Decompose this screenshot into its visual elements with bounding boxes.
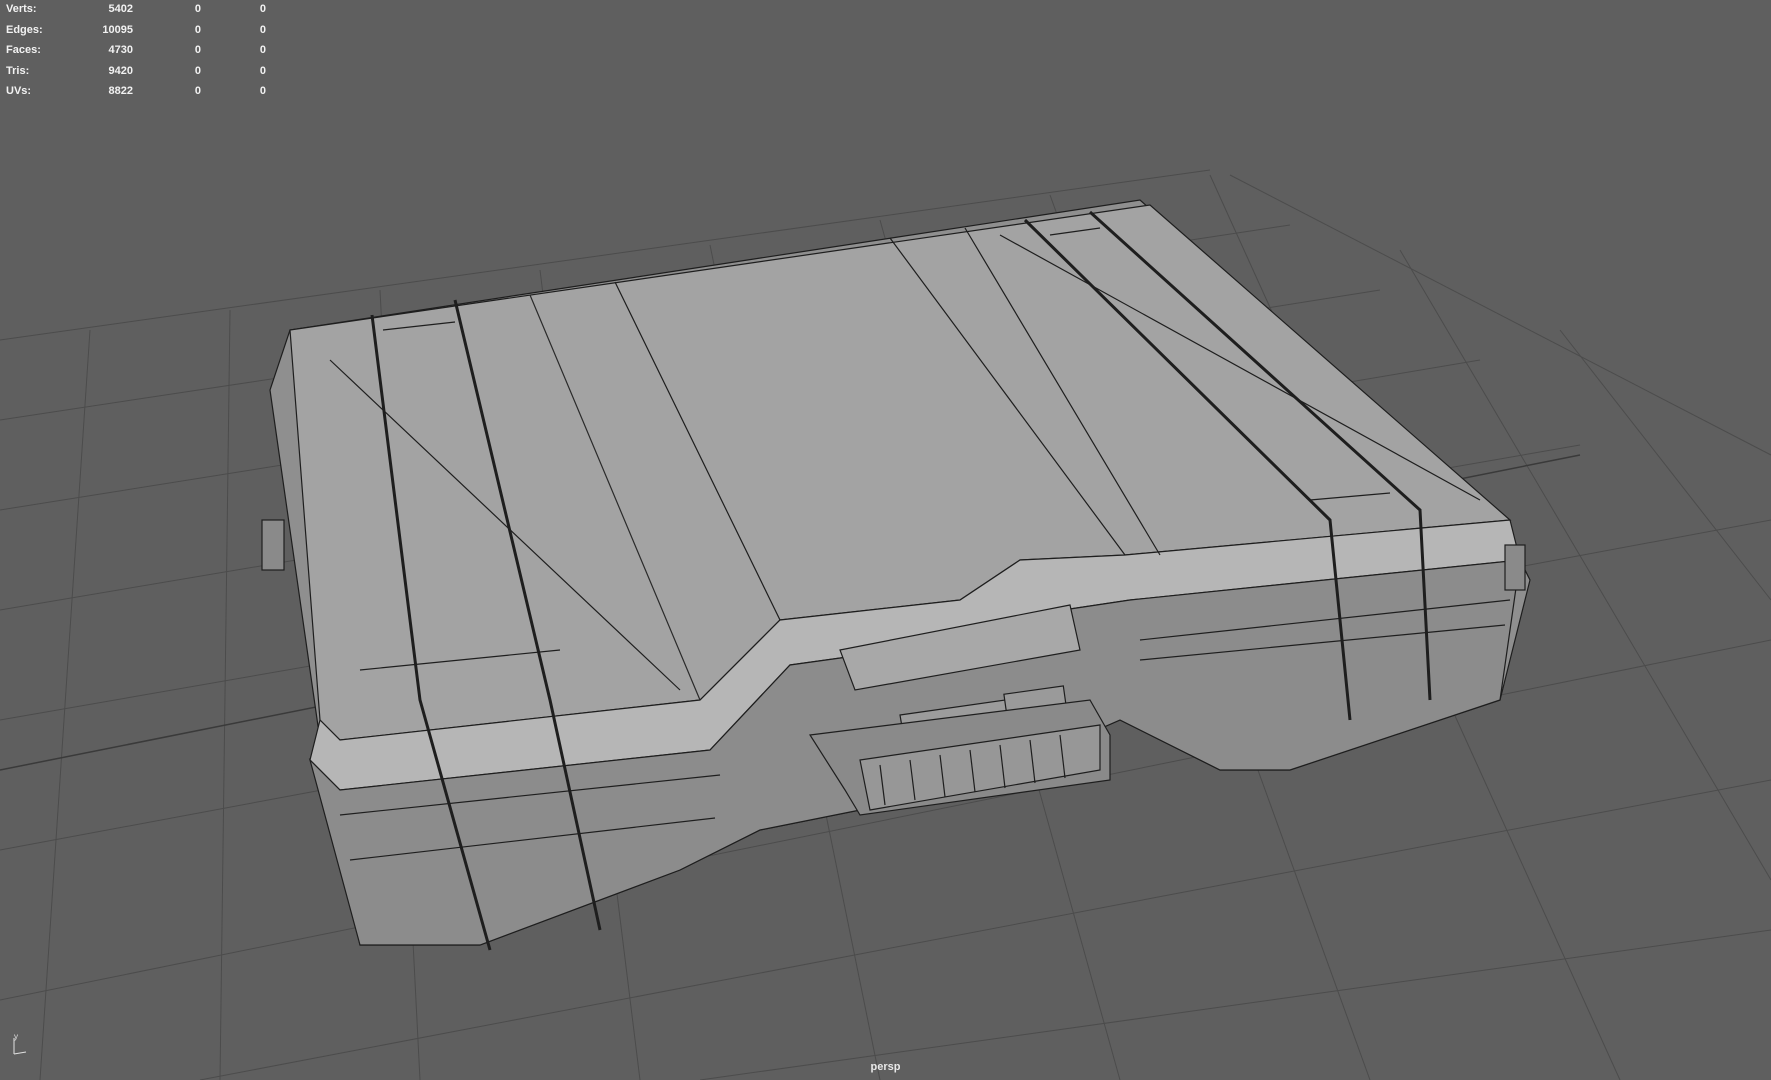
hud-value-triangle: 0 (259, 23, 266, 36)
hud-row: Edges: 10095 0 0 (6, 23, 276, 44)
hud-row: Faces: 4730 0 0 (6, 43, 276, 64)
hud-value-triangle: 0 (259, 64, 266, 77)
hud-label: Faces: (6, 44, 41, 57)
hud-value-total: 5402 (108, 3, 133, 15)
hud-value-selected: 0 (194, 85, 201, 98)
perspective-viewport[interactable]: Verts: 5402 0 0 Edges: 10095 0 0 Faces: 4730 0 0 Tri… (0, 0, 1771, 1080)
hud-value-total: 9420 (108, 64, 133, 77)
viewport-scene (0, 169, 1771, 1080)
poly-count-hud: Verts: 5402 0 0 Edges: 10095 0 0 Faces: 4730 0 0 Tri… (6, 2, 276, 105)
hud-value-total: 4730 (108, 44, 133, 57)
axis-gizmo-icon (13, 1038, 27, 1055)
hud-row: Tris: 9420 0 0 (6, 64, 276, 85)
camera-name-label: persp (870, 1061, 901, 1073)
hud-label: Tris: (6, 64, 30, 77)
hud-label: UVs: (6, 85, 32, 98)
hud-value-selected: 0 (194, 3, 201, 15)
briefcase-mesh[interactable] (261, 199, 1531, 951)
hud-value-selected: 0 (194, 44, 201, 57)
hud-value-total: 10095 (102, 23, 133, 36)
hud-value-triangle: 0 (259, 44, 266, 57)
hud-label: Verts: (6, 3, 37, 15)
hud-value-selected: 0 (194, 64, 201, 77)
hud-row: UVs: 8822 0 0 (6, 84, 276, 105)
hud-value-triangle: 0 (259, 85, 266, 98)
hud-value-selected: 0 (194, 23, 201, 36)
hud-value-triangle: 0 (259, 3, 266, 15)
hud-value-total: 8822 (108, 85, 133, 98)
axis-y-label: y (14, 1032, 18, 1041)
hud-label: Edges: (6, 23, 43, 36)
hud-row: Verts: 5402 0 0 (6, 2, 276, 23)
